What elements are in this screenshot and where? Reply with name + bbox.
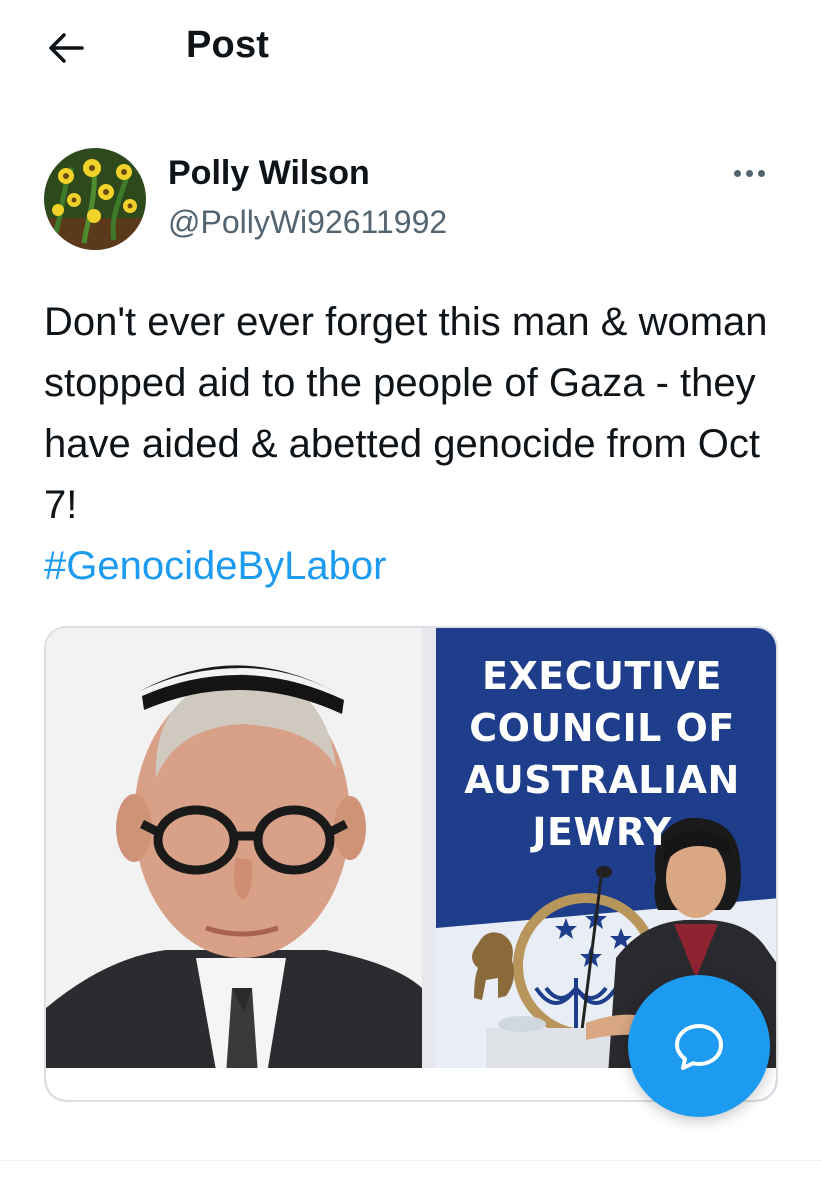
avatar[interactable] xyxy=(44,148,146,250)
back-button[interactable] xyxy=(40,22,92,74)
reply-bubble-icon xyxy=(675,1024,723,1070)
arrow-left-icon xyxy=(49,33,84,63)
post-author: Polly Wilson @PollyWi92611992 xyxy=(44,148,784,258)
display-name[interactable]: Polly Wilson xyxy=(168,154,370,193)
top-bar: Post xyxy=(0,0,822,100)
post-text: Don't ever ever forget this man & woman … xyxy=(44,300,768,527)
avatar-image xyxy=(44,148,146,250)
more-horizontal-icon xyxy=(745,169,753,177)
banner-line: JEWRY xyxy=(532,810,672,854)
reply-fab-button[interactable] xyxy=(628,975,770,1117)
banner-line: COUNCIL OF xyxy=(469,706,735,750)
user-handle[interactable]: @PollyWi92611992 xyxy=(168,204,447,241)
banner-line: AUSTRALIAN xyxy=(464,758,740,802)
more-horizontal-icon xyxy=(733,169,741,177)
divider xyxy=(0,1160,822,1161)
more-options-button[interactable] xyxy=(724,158,774,188)
banner-text: EXECUTIVE COUNCIL OF AUSTRALIAN JEWRY xyxy=(452,650,752,858)
banner-line: EXECUTIVE xyxy=(482,654,722,698)
page-title: Post xyxy=(186,24,270,66)
more-horizontal-icon xyxy=(757,169,765,177)
hashtag-link[interactable]: #GenocideByLabor xyxy=(44,536,386,597)
